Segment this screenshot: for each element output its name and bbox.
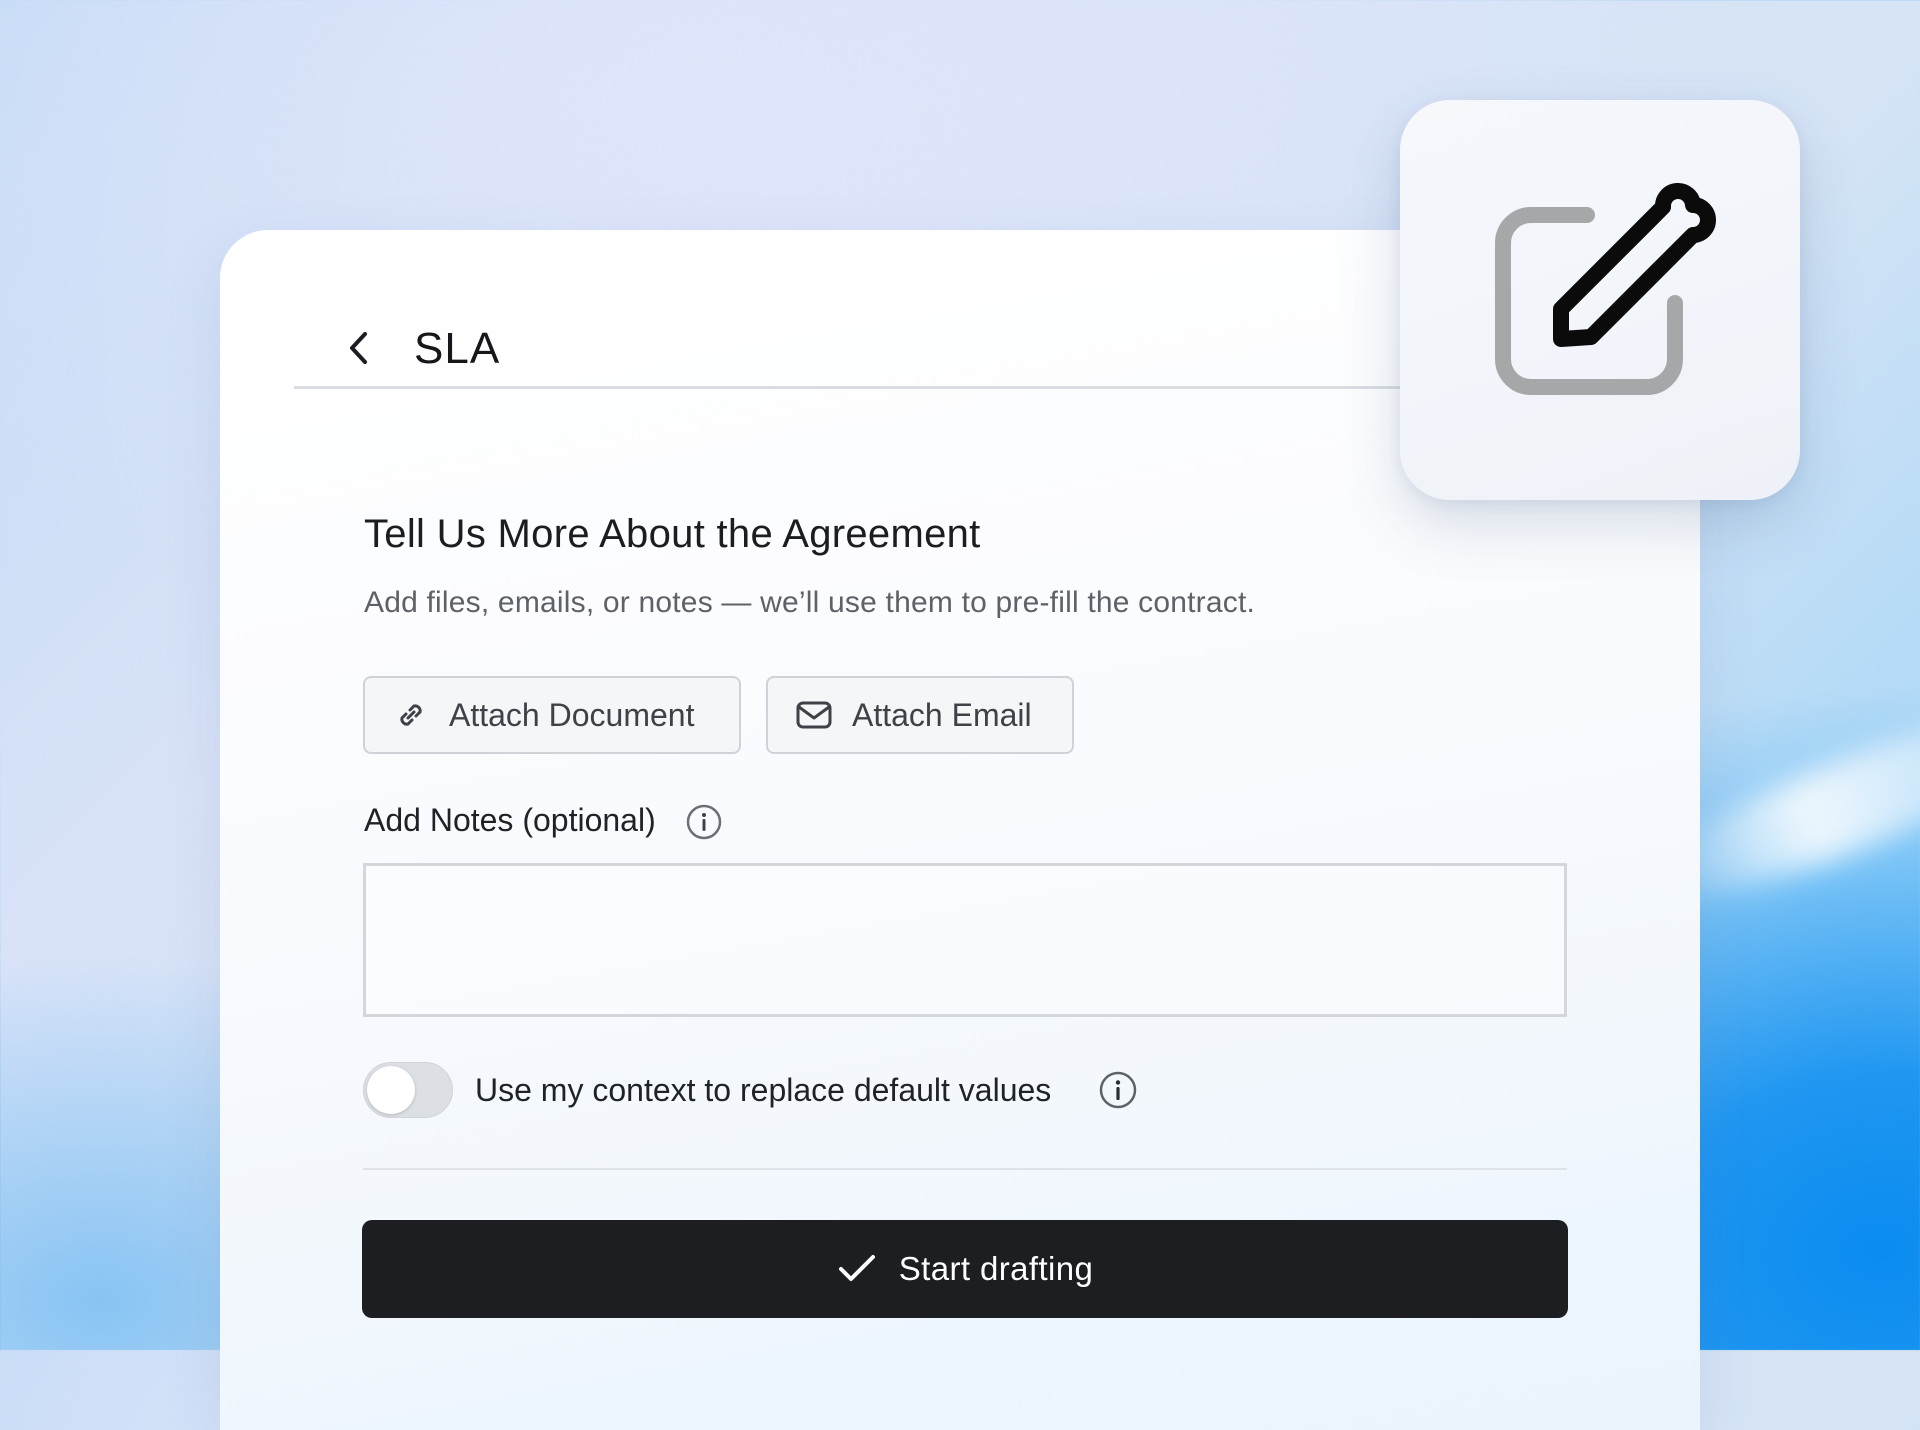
attach-document-button[interactable]: Attach Document — [363, 676, 741, 754]
envelope-icon — [794, 695, 834, 735]
checkmark-icon — [837, 1249, 877, 1289]
context-toggle-label: Use my context to replace default values — [475, 1072, 1052, 1108]
link-icon — [391, 695, 431, 735]
attach-email-button[interactable]: Attach Email — [766, 676, 1074, 754]
form-title: Tell Us More About the Agreement — [364, 512, 981, 556]
toggle-knob — [367, 1066, 415, 1114]
form-subtitle: Add files, emails, or notes — we’ll use … — [364, 586, 1256, 619]
attach-email-label: Attach Email — [852, 696, 1032, 733]
info-icon[interactable] — [1098, 1070, 1138, 1110]
page-title: SLA — [414, 324, 501, 373]
back-button[interactable] — [344, 328, 374, 368]
start-drafting-label: Start drafting — [898, 1250, 1094, 1287]
info-icon[interactable] — [684, 802, 724, 842]
edit-tile — [1400, 100, 1800, 500]
edit-icon — [1495, 182, 1716, 395]
context-toggle[interactable] — [363, 1062, 453, 1118]
chevron-left-icon — [350, 332, 367, 364]
section-divider — [363, 1168, 1567, 1170]
notes-input[interactable] — [363, 863, 1567, 1017]
start-drafting-button[interactable]: Start drafting — [362, 1220, 1568, 1318]
notes-label: Add Notes (optional) — [364, 802, 656, 838]
attach-document-label: Attach Document — [449, 696, 695, 733]
